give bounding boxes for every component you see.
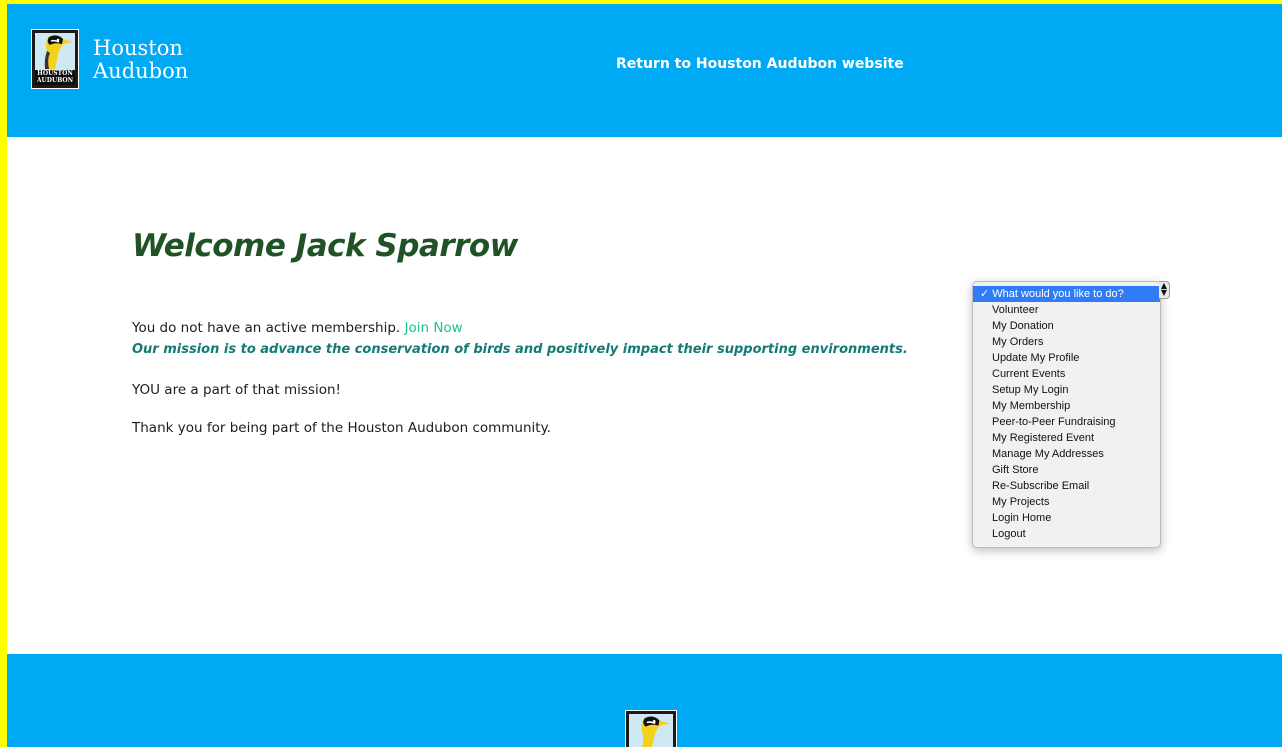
dropdown-option-my-orders[interactable]: My Orders [973,334,1160,350]
selected-option-label: What would you like to do? [992,288,1124,300]
main-content: Welcome Jack Sparrow You do not have an … [7,137,1282,654]
thank-you-text: Thank you for being part of the Houston … [132,420,551,436]
footer-audubon-bird-icon[interactable] [625,710,677,747]
dropdown-option-gift-store[interactable]: Gift Store [973,462,1160,478]
badge-text-line2: AUDUBON [36,77,74,84]
page-frame: HOUSTON AUDUBON Houston Audubon Return t… [7,4,1282,747]
dropdown-option-my-donation[interactable]: My Donation [973,318,1160,334]
membership-status: You do not have an active membership. Jo… [132,320,952,342]
dropdown-option-volunteer[interactable]: Volunteer [973,302,1160,318]
audubon-bird-badge-icon: HOUSTON AUDUBON [31,29,79,89]
dropdown-option-setup-login[interactable]: Setup My Login [973,382,1160,398]
action-dropdown-menu[interactable]: ✓ What would you like to do? Volunteer M… [972,281,1161,548]
dropdown-option-current-events[interactable]: Current Events [973,366,1160,382]
join-now-link[interactable]: Join Now [404,320,462,336]
dropdown-option-update-profile[interactable]: Update My Profile [973,350,1160,366]
part-of-mission-text: YOU are a part of that mission! [132,382,341,398]
dropdown-option-my-projects[interactable]: My Projects [973,494,1160,510]
dropdown-option-selected[interactable]: ✓ What would you like to do? [973,286,1160,302]
site-header: HOUSTON AUDUBON Houston Audubon Return t… [7,4,1282,137]
houston-audubon-logo[interactable]: HOUSTON AUDUBON Houston Audubon [31,29,188,89]
dropdown-option-registered-event[interactable]: My Registered Event [973,430,1160,446]
dropdown-option-manage-addresses[interactable]: Manage My Addresses [973,446,1160,462]
dropdown-option-login-home[interactable]: Login Home [973,510,1160,526]
dropdown-option-resubscribe-email[interactable]: Re-Subscribe Email [973,478,1160,494]
mission-statement: Our mission is to advance the conservati… [132,342,908,357]
dropdown-option-logout[interactable]: Logout [973,526,1160,542]
membership-text: You do not have an active membership. [132,320,401,336]
badge-text-line1: HOUSTON [37,70,73,77]
welcome-body: You do not have an active membership. Jo… [132,320,952,442]
dropdown-arrows-icon[interactable]: ▲ ▼ [1159,281,1170,299]
logo-line1: Houston [93,36,183,60]
dropdown-option-my-membership[interactable]: My Membership [973,398,1160,414]
logo-line2: Audubon [93,59,189,83]
logo-wordmark: Houston Audubon [93,37,188,83]
dropdown-option-p2p-fundraising[interactable]: Peer-to-Peer Fundraising [973,414,1160,430]
site-footer [7,654,1282,747]
return-to-website-link[interactable]: Return to Houston Audubon website [616,56,904,72]
welcome-heading: Welcome Jack Sparrow [132,228,518,264]
